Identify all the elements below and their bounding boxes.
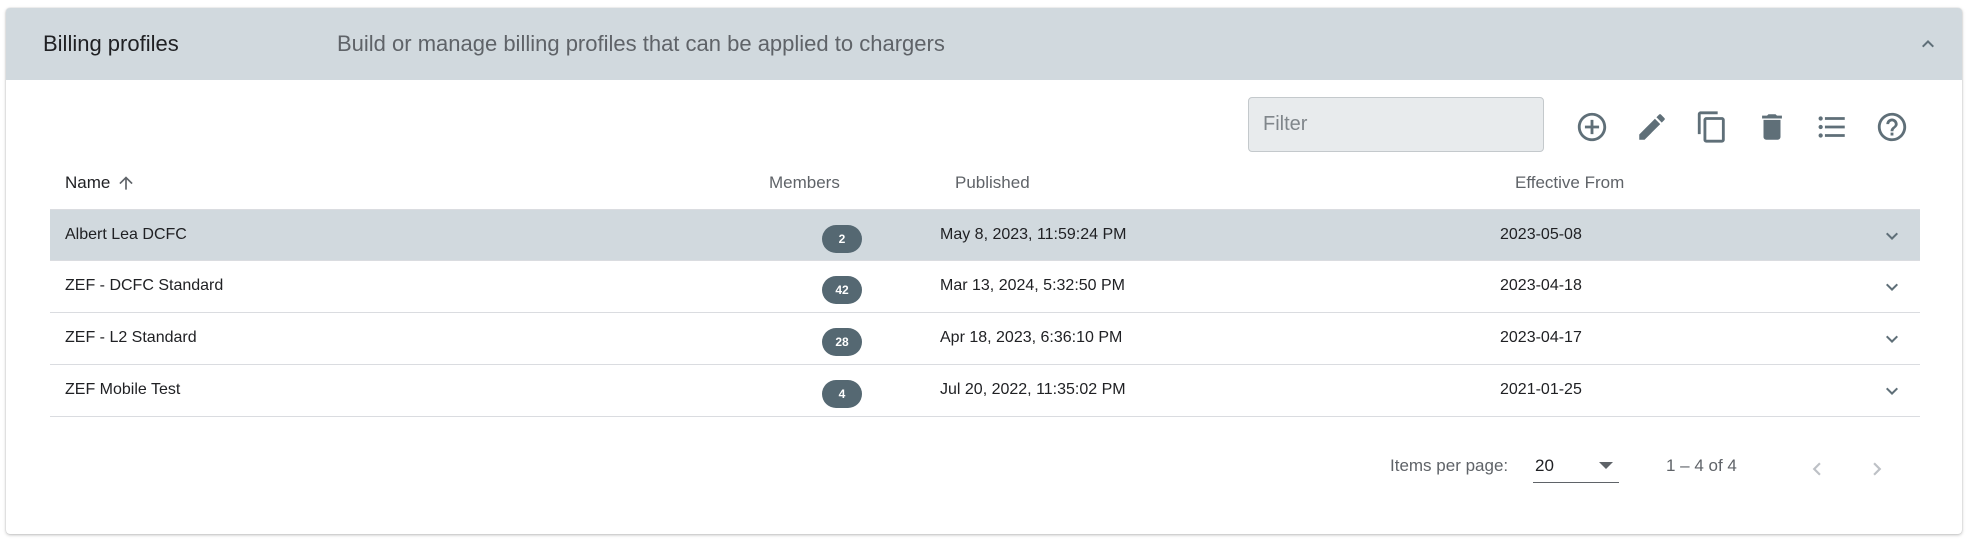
column-header-name[interactable]: Name [65,170,136,196]
row-published: Jul 20, 2022, 11:35:02 PM [940,381,1126,398]
panel-title: Billing profiles [43,31,179,56]
page-size-value: 20 [1535,456,1554,475]
table-row[interactable]: Albert Lea DCFC 2 May 8, 2023, 11:59:24 … [50,209,1920,261]
members-badge: 28 [822,328,862,356]
list-icon[interactable] [1814,109,1850,145]
row-published: May 8, 2023, 11:59:24 PM [940,226,1127,243]
column-header-published[interactable]: Published [955,170,1030,196]
row-effective-from: 2021-01-25 [1500,381,1582,398]
row-published: Mar 13, 2024, 5:32:50 PM [940,277,1125,294]
filter-input[interactable] [1249,98,1543,151]
row-name: Albert Lea DCFC [65,226,187,243]
next-page-button[interactable] [1864,456,1890,482]
add-circle-icon[interactable] [1574,109,1610,145]
members-badge: 2 [822,225,862,253]
chevron-down-icon[interactable] [1880,275,1904,299]
chevron-right-icon [1873,462,1882,476]
table-row[interactable]: ZEF - DCFC Standard 42 Mar 13, 2024, 5:3… [50,261,1920,313]
copy-icon[interactable] [1694,109,1730,145]
row-published: Apr 18, 2023, 6:36:10 PM [940,329,1123,346]
help-icon[interactable] [1874,109,1910,145]
chevron-down-icon[interactable] [1880,379,1904,403]
delete-icon[interactable] [1754,109,1790,145]
chevron-left-icon [1812,462,1821,476]
range-label: 1 – 4 of 4 [1666,456,1737,475]
panel-description: Build or manage billing profiles that ca… [337,31,945,56]
row-effective-from: 2023-05-08 [1500,226,1582,243]
edit-icon[interactable] [1634,109,1670,145]
chevron-up-icon[interactable] [1916,32,1940,56]
billing-profiles-panel: Billing profiles Build or manage billing… [6,8,1962,534]
previous-page-button[interactable] [1804,456,1830,482]
column-header-name-label: Name [65,173,111,192]
chevron-down-icon[interactable] [1880,327,1904,351]
members-badge: 4 [822,380,862,408]
panel-header[interactable]: Billing profiles Build or manage billing… [6,8,1962,80]
page-size-select[interactable]: 20 [1533,452,1619,483]
items-per-page-label: Items per page: [1390,456,1509,475]
members-badge: 42 [822,276,862,304]
table-row[interactable]: ZEF Mobile Test 4 Jul 20, 2022, 11:35:02… [50,365,1920,417]
column-header-effective-from[interactable]: Effective From [1515,170,1624,196]
row-effective-from: 2023-04-17 [1500,329,1582,346]
arrow-up-icon [119,176,134,190]
chevron-down-icon[interactable] [1880,224,1904,248]
column-header-members[interactable]: Members [769,170,840,196]
dropdown-arrow-icon [1599,462,1613,469]
row-name: ZEF Mobile Test [65,381,181,398]
table-row[interactable]: ZEF - L2 Standard 28 Apr 18, 2023, 6:36:… [50,313,1920,365]
row-effective-from: 2023-04-18 [1500,277,1582,294]
filter-field[interactable] [1248,97,1544,152]
row-name: ZEF - DCFC Standard [65,277,224,294]
row-name: ZEF - L2 Standard [65,329,197,346]
